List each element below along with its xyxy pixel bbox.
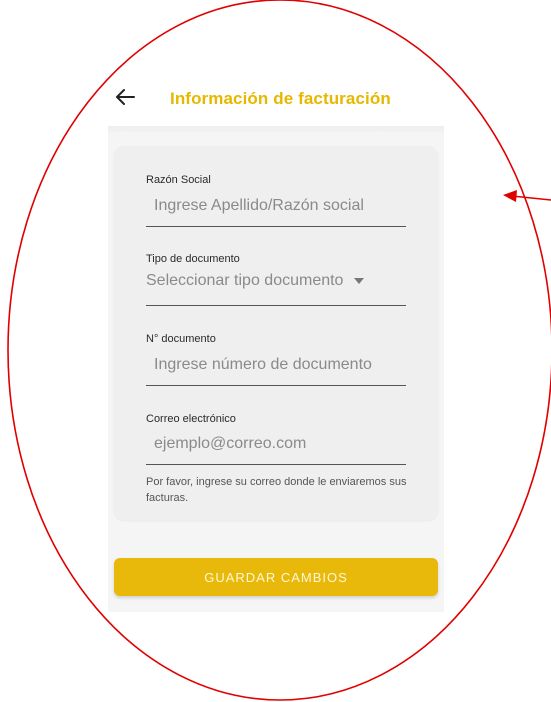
correo-input[interactable] — [154, 427, 406, 461]
dropdown-caret-icon — [353, 277, 364, 284]
save-changes-button[interactable]: GUARDAR CAMBIOS — [114, 558, 438, 596]
razon-social-label: Razón Social — [146, 174, 211, 186]
tipo-documento-underline — [146, 305, 406, 306]
numero-documento-underline — [146, 385, 406, 386]
numero-documento-label: N° documento — [146, 333, 216, 345]
tipo-documento-select[interactable]: Seleccionar tipo documento — [146, 272, 406, 298]
razon-social-input[interactable] — [154, 189, 406, 223]
correo-helper-text: Por favor, ingrese su correo donde le en… — [146, 476, 407, 504]
tipo-documento-label: Tipo de documento — [146, 253, 240, 265]
tipo-documento-selected: Seleccionar tipo documento — [146, 272, 344, 289]
numero-documento-input[interactable] — [154, 348, 406, 382]
correo-label: Correo electrónico — [146, 413, 236, 425]
page-title: Información de facturación — [170, 89, 391, 108]
arrow-left-icon[interactable] — [114, 86, 136, 108]
razon-social-underline — [146, 226, 406, 227]
billing-info-screen: Información de facturación Razón Social … — [0, 0, 551, 702]
correo-underline — [146, 464, 406, 465]
